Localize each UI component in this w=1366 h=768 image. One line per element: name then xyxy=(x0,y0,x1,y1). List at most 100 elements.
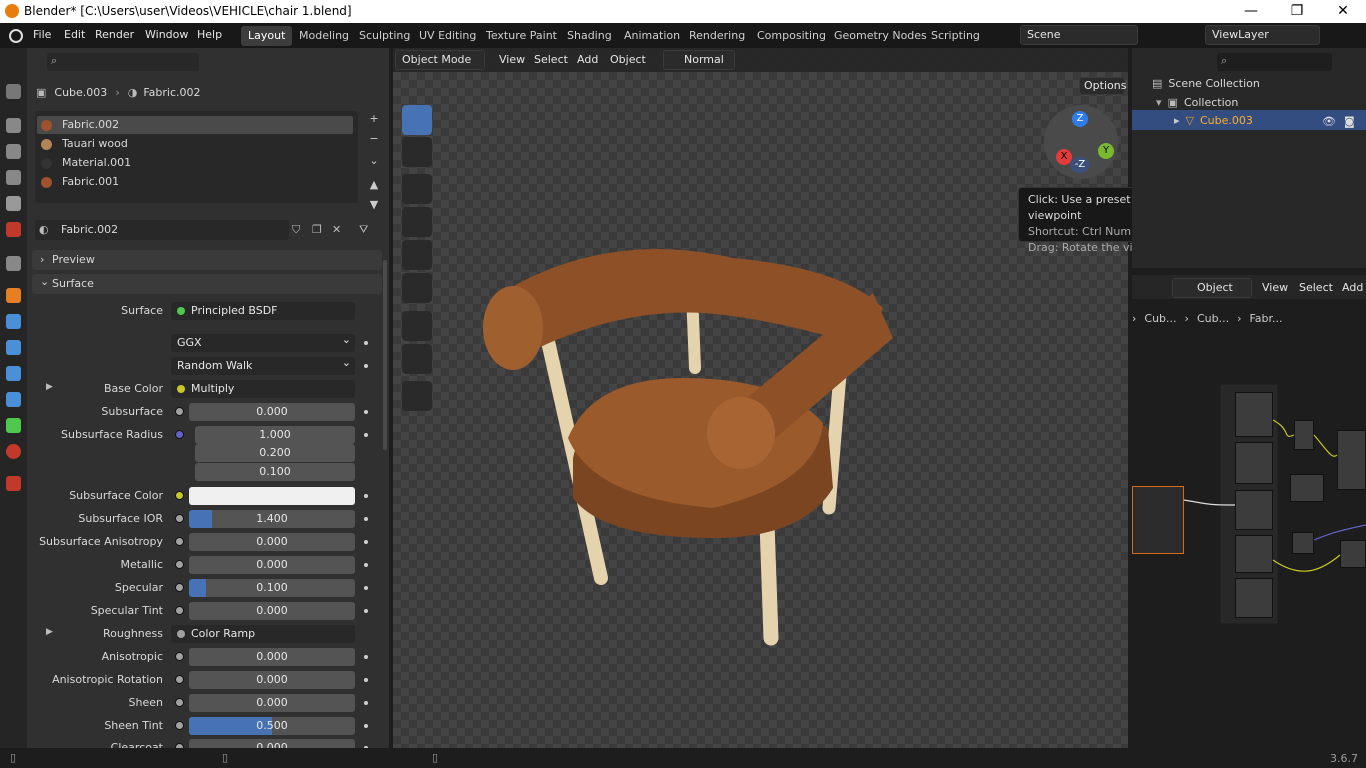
tab-layout[interactable]: Layout xyxy=(241,26,293,46)
keyframe-dot-icon[interactable] xyxy=(364,517,368,521)
keyframe-dot-icon[interactable] xyxy=(364,364,368,368)
collection-tab-icon[interactable] xyxy=(6,256,21,271)
viewport-menu-select[interactable]: Select xyxy=(534,53,568,66)
add-cube-tool-icon[interactable] xyxy=(402,381,432,411)
material-browse-icon[interactable]: ◐ xyxy=(39,223,49,236)
close-button[interactable]: ✕ xyxy=(1320,0,1366,23)
rotate-tool-icon[interactable] xyxy=(402,207,432,237)
linked-node-field[interactable]: Multiply xyxy=(171,380,355,398)
keyframe-dot-icon[interactable] xyxy=(364,609,368,613)
tab-scripting[interactable]: Scripting xyxy=(924,26,987,46)
properties-scrollbar[interactable] xyxy=(383,260,387,450)
keyframe-dot-icon[interactable] xyxy=(364,678,368,682)
viewport-menu-object[interactable]: Object xyxy=(610,53,646,66)
material-slot-item[interactable]: Fabric.001 xyxy=(41,175,119,193)
tab-geometry-nodes[interactable]: Geometry Nodes xyxy=(827,26,934,46)
keyframe-dot-icon[interactable] xyxy=(364,410,368,414)
browse-slot-icon[interactable]: ⛛ xyxy=(359,223,368,237)
annotate-tool-icon[interactable] xyxy=(402,311,432,341)
numeric-field[interactable]: 0.100 xyxy=(189,579,355,597)
cursor-tool-icon[interactable] xyxy=(402,137,432,167)
gizmo-y-axis[interactable]: Y xyxy=(1098,143,1114,159)
move-tool-icon[interactable] xyxy=(402,174,432,204)
scene-tab-icon[interactable] xyxy=(6,196,21,211)
move-slot-up-button[interactable]: ▲ xyxy=(367,178,381,194)
world-tab-icon[interactable] xyxy=(6,222,21,237)
input-socket[interactable] xyxy=(175,606,184,615)
input-socket[interactable] xyxy=(175,514,184,523)
menu-window[interactable]: Window xyxy=(145,28,188,41)
numeric-field[interactable]: 0.000 xyxy=(189,694,355,712)
input-socket[interactable] xyxy=(175,698,184,707)
render-camera-icon[interactable]: ◙ xyxy=(1344,115,1355,128)
menu-render[interactable]: Render xyxy=(95,28,134,41)
keyframe-dot-icon[interactable] xyxy=(364,655,368,659)
select-box-tool-icon[interactable] xyxy=(402,105,432,135)
outliner-search[interactable]: ⌕ xyxy=(1217,53,1332,71)
add-slot-button[interactable]: + xyxy=(367,112,381,128)
keyframe-dot-icon[interactable] xyxy=(364,586,368,590)
maximize-button[interactable]: ❐ xyxy=(1274,0,1320,23)
input-socket[interactable] xyxy=(175,407,184,416)
output-tab-icon[interactable] xyxy=(6,144,21,159)
view-layer-tab-icon[interactable] xyxy=(6,170,21,185)
outliner-collection[interactable]: ▾ ▣ Collection xyxy=(1156,96,1366,109)
expand-triangle-icon[interactable]: ▶ xyxy=(46,382,53,392)
keyframe-dot-icon[interactable] xyxy=(364,540,368,544)
input-socket[interactable] xyxy=(175,430,184,439)
particles-tab-icon[interactable] xyxy=(6,340,21,355)
data-tab-icon[interactable] xyxy=(6,418,21,433)
keyframe-dot-icon[interactable] xyxy=(364,341,368,345)
outliner-object[interactable]: ▸ ▽ Cube.003 xyxy=(1174,114,1253,127)
render-tab-icon[interactable] xyxy=(6,118,21,133)
material-slot-item[interactable]: Material.001 xyxy=(41,156,131,174)
texture-tab-icon[interactable] xyxy=(6,476,21,491)
modifier-tab-icon[interactable] xyxy=(6,314,21,329)
numeric-field[interactable]: 0.000 xyxy=(189,556,355,574)
measure-tool-icon[interactable] xyxy=(402,344,432,374)
numeric-field[interactable]: 0.100 xyxy=(195,463,355,481)
transform-tool-icon[interactable] xyxy=(402,273,432,303)
constraints-tab-icon[interactable] xyxy=(6,392,21,407)
linked-node-field[interactable]: Principled BSDF xyxy=(171,302,355,320)
tool-tab-icon[interactable] xyxy=(6,84,21,99)
numeric-field[interactable]: 0.000 xyxy=(189,602,355,620)
properties-search[interactable]: ⌕ xyxy=(47,53,199,71)
node-editor[interactable]: Object View Select Add › Cub... › Cub...… xyxy=(1132,270,1366,748)
numeric-field[interactable]: 0.000 xyxy=(189,648,355,666)
input-socket[interactable] xyxy=(175,721,184,730)
material-slot-item[interactable]: Fabric.002 xyxy=(41,118,119,136)
tab-texture-paint[interactable]: Texture Paint xyxy=(479,26,564,46)
input-socket[interactable] xyxy=(175,675,184,684)
viewport-menu-add[interactable]: Add xyxy=(577,53,598,66)
tab-compositing[interactable]: Compositing xyxy=(750,26,833,46)
property-dropdown[interactable]: Random Walk xyxy=(171,354,355,375)
numeric-field[interactable]: 0.200 xyxy=(195,444,355,462)
minimize-button[interactable]: — xyxy=(1228,0,1274,23)
preview-panel-header[interactable]: › Preview xyxy=(32,250,382,270)
unlink-material-icon[interactable]: ✕ xyxy=(332,223,341,236)
keyframe-dot-icon[interactable] xyxy=(364,563,368,567)
numeric-field[interactable]: 1.400 xyxy=(189,510,355,528)
view-layer-selector[interactable]: ViewLayer xyxy=(1205,25,1320,45)
gizmo-neg-z-axis[interactable]: -Z xyxy=(1070,157,1090,173)
slot-specials-button[interactable]: ⌄ xyxy=(367,154,381,170)
numeric-field[interactable]: 1.000 xyxy=(195,426,355,444)
surface-panel-header[interactable]: ⌄ Surface xyxy=(32,274,382,294)
tab-modeling[interactable]: Modeling xyxy=(292,26,356,46)
physics-tab-icon[interactable] xyxy=(6,366,21,381)
viewport-menu-view[interactable]: View xyxy=(499,53,525,66)
tab-shading[interactable]: Shading xyxy=(560,26,619,46)
visibility-eye-icon[interactable]: 👁 xyxy=(1322,115,1336,128)
input-socket[interactable] xyxy=(175,560,184,569)
menu-help[interactable]: Help xyxy=(197,28,222,41)
scale-tool-icon[interactable] xyxy=(402,240,432,270)
property-dropdown[interactable]: GGX xyxy=(171,331,355,352)
scene-selector[interactable]: Scene xyxy=(1020,25,1138,45)
3d-viewport[interactable]: Object Mode View Select Add Object Norma… xyxy=(393,48,1128,748)
numeric-field[interactable]: 0.000 xyxy=(189,403,355,421)
input-socket[interactable] xyxy=(175,537,184,546)
keyframe-dot-icon[interactable] xyxy=(364,724,368,728)
input-socket[interactable] xyxy=(175,491,184,500)
remove-slot-button[interactable]: − xyxy=(367,132,381,148)
